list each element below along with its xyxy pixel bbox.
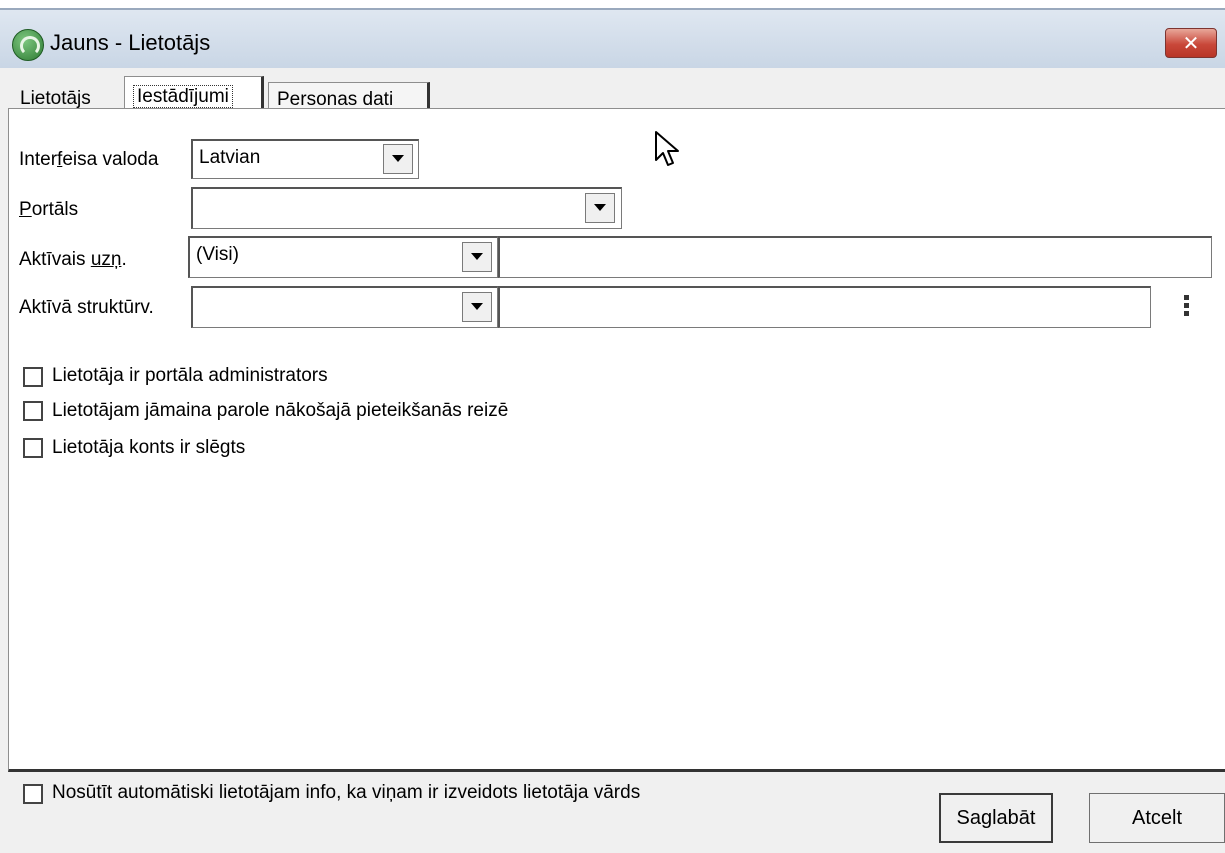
company-name-field[interactable] [498,236,1212,278]
notify-checkbox[interactable] [23,784,43,804]
account-locked-checkbox[interactable] [23,438,43,458]
account-locked-checkbox-label: Lietotāja konts ir slēgts [52,437,246,458]
cancel-button[interactable]: Atcelt [1089,793,1225,843]
unit-name-field[interactable] [498,286,1151,328]
company-dropdown-button[interactable] [462,242,492,272]
company-value: (Visi) [196,244,239,265]
tab-settings-label: Iestādījumi [133,85,233,108]
portal-select[interactable] [191,187,622,229]
language-label: Interfeisa valoda [19,149,159,170]
mouse-cursor-icon [655,131,679,166]
unit-select[interactable] [191,286,498,328]
portal-label: Portāls [19,199,79,220]
change-password-checkbox[interactable] [23,401,43,421]
app-logo-icon [12,29,44,61]
window-title: Jauns - Lietotājs [50,30,211,55]
portal-dropdown-button[interactable] [585,193,615,223]
more-vertical-icon[interactable] [1184,295,1190,317]
title-bar: Jauns - Lietotājs ✕ [0,10,1225,68]
change-password-checkbox-label: Lietotājam jāmaina parole nākošajā piete… [52,400,509,421]
language-value: Latvian [199,147,261,168]
chevron-down-icon [594,204,606,211]
unit-label: Aktīvā struktūrv. [19,297,154,318]
notify-checkbox-label: Nosūtīt automātiski lietotājam info, ka … [52,782,641,803]
company-select[interactable]: (Visi) [188,236,498,278]
company-label: Aktīvais uzņ. [19,249,127,270]
language-dropdown-button[interactable] [383,144,413,174]
unit-dropdown-button[interactable] [462,292,492,322]
chevron-down-icon [471,253,483,260]
chevron-down-icon [471,303,483,310]
admin-checkbox-label: Lietotāja ir portāla administrators [52,365,328,386]
save-button[interactable]: Saglabāt [939,793,1053,843]
chevron-down-icon [392,155,404,162]
admin-checkbox[interactable] [23,367,43,387]
close-button[interactable]: ✕ [1165,28,1217,58]
